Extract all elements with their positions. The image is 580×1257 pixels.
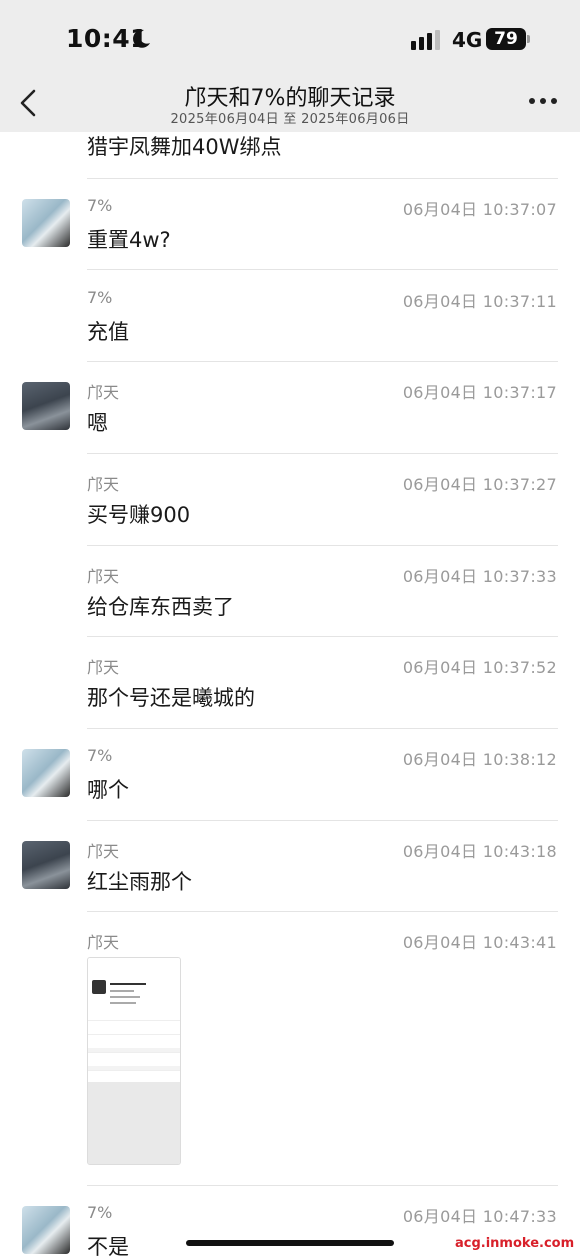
message-divider xyxy=(87,361,558,362)
more-options-icon[interactable] xyxy=(529,98,557,106)
message-sender: 邝天 xyxy=(87,658,120,677)
message-timestamp: 06月04日 10:43:18 xyxy=(402,842,557,861)
message-sender: 邝天 xyxy=(87,475,120,494)
status-bar: 10:41 4G 79 xyxy=(0,0,580,78)
message-divider xyxy=(87,820,558,821)
message-divider xyxy=(87,178,558,179)
avatar[interactable] xyxy=(22,382,70,430)
message-timestamp: 06月04日 10:47:33 xyxy=(402,1207,557,1226)
message-text: 重置4w? xyxy=(87,228,171,252)
avatar[interactable] xyxy=(22,841,70,889)
message-sender: 邝天 xyxy=(87,383,120,402)
message-text: 嗯 xyxy=(87,411,108,435)
message-text: 不是 xyxy=(87,1235,129,1257)
image-attachment[interactable] xyxy=(87,957,181,1165)
date-range: 2025年06月04日 至 2025年06月06日 xyxy=(170,112,410,127)
message-text: 红尘雨那个 xyxy=(87,870,192,894)
message-divider xyxy=(87,636,558,637)
message-timestamp: 06月04日 10:37:52 xyxy=(402,658,557,677)
message-sender: 邝天 xyxy=(87,933,120,952)
top-bar: 10:41 4G 79 邝天和7%的聊天记录 2025年06月04日 至 202… xyxy=(0,0,580,132)
battery-level: 79 xyxy=(486,28,526,50)
message-divider xyxy=(87,1185,558,1186)
message-sender: 邝天 xyxy=(87,842,120,861)
message-text: 买号赚900 xyxy=(87,503,191,527)
message-text: 哪个 xyxy=(87,778,129,802)
message-text: 那个号还是曦城的 xyxy=(87,686,255,710)
message-sender: 7% xyxy=(87,288,113,307)
message-text: 充值 xyxy=(87,320,129,344)
signal-icon xyxy=(411,30,440,50)
message-sender: 7% xyxy=(87,196,113,215)
avatar[interactable] xyxy=(22,199,70,247)
moon-icon xyxy=(133,29,150,48)
message-timestamp: 06月04日 10:37:11 xyxy=(402,292,557,311)
message-timestamp: 06月04日 10:37:17 xyxy=(402,383,557,402)
message-divider xyxy=(87,269,558,270)
navigation-bar: 邝天和7%的聊天记录 2025年06月04日 至 2025年06月06日 xyxy=(0,78,580,132)
message-divider xyxy=(87,728,558,729)
message-divider xyxy=(87,545,558,546)
message-text: 给仓库东西卖了 xyxy=(87,595,234,619)
watermark: acg.inmoke.com xyxy=(455,1236,575,1251)
message-timestamp: 06月04日 10:43:41 xyxy=(402,933,557,952)
avatar[interactable] xyxy=(22,749,70,797)
message-divider xyxy=(87,453,558,454)
message-timestamp: 06月04日 10:38:12 xyxy=(402,750,557,769)
home-indicator[interactable] xyxy=(186,1240,394,1246)
message-sender: 邝天 xyxy=(87,567,120,586)
message-text-partial: 猎宇凤舞加40W绑点 xyxy=(87,135,282,159)
battery-icon: 79 xyxy=(486,28,530,50)
message-timestamp: 06月04日 10:37:33 xyxy=(402,567,557,586)
message-divider xyxy=(87,911,558,912)
network-type: 4G xyxy=(452,28,483,52)
message-timestamp: 06月04日 10:37:27 xyxy=(402,475,557,494)
message-sender: 7% xyxy=(87,746,113,765)
message-timestamp: 06月04日 10:37:07 xyxy=(402,200,557,219)
message-sender: 7% xyxy=(87,1203,113,1222)
avatar[interactable] xyxy=(22,1206,70,1254)
